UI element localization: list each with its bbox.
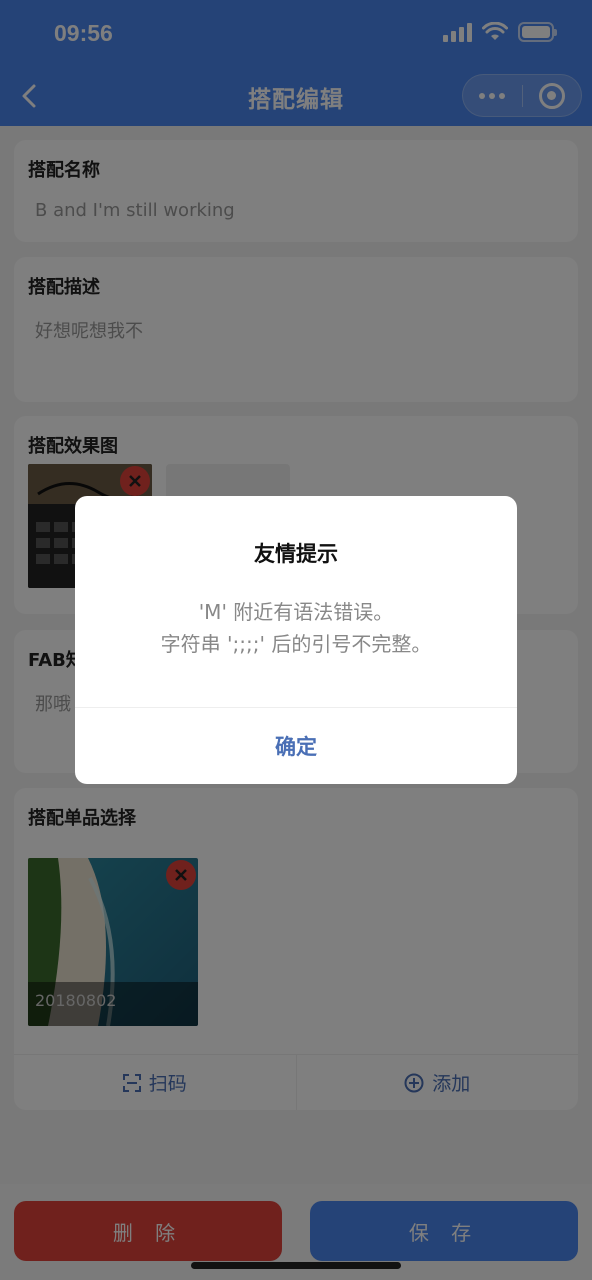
home-indicator: [191, 1262, 401, 1269]
dialog-message: 'M' 附近有语法错误。 字符串 ';;;;' 后的引号不完整。: [75, 596, 517, 660]
dialog-title: 友情提示: [254, 542, 338, 566]
alert-dialog: 友情提示 'M' 附近有语法错误。 字符串 ';;;;' 后的引号不完整。 确定: [75, 496, 517, 784]
confirm-button[interactable]: 确定: [75, 708, 517, 784]
dialog-message-line-2: 字符串 ';;;;' 后的引号不完整。: [160, 632, 432, 656]
dialog-message-line-1: 'M' 附近有语法错误。: [198, 600, 394, 624]
